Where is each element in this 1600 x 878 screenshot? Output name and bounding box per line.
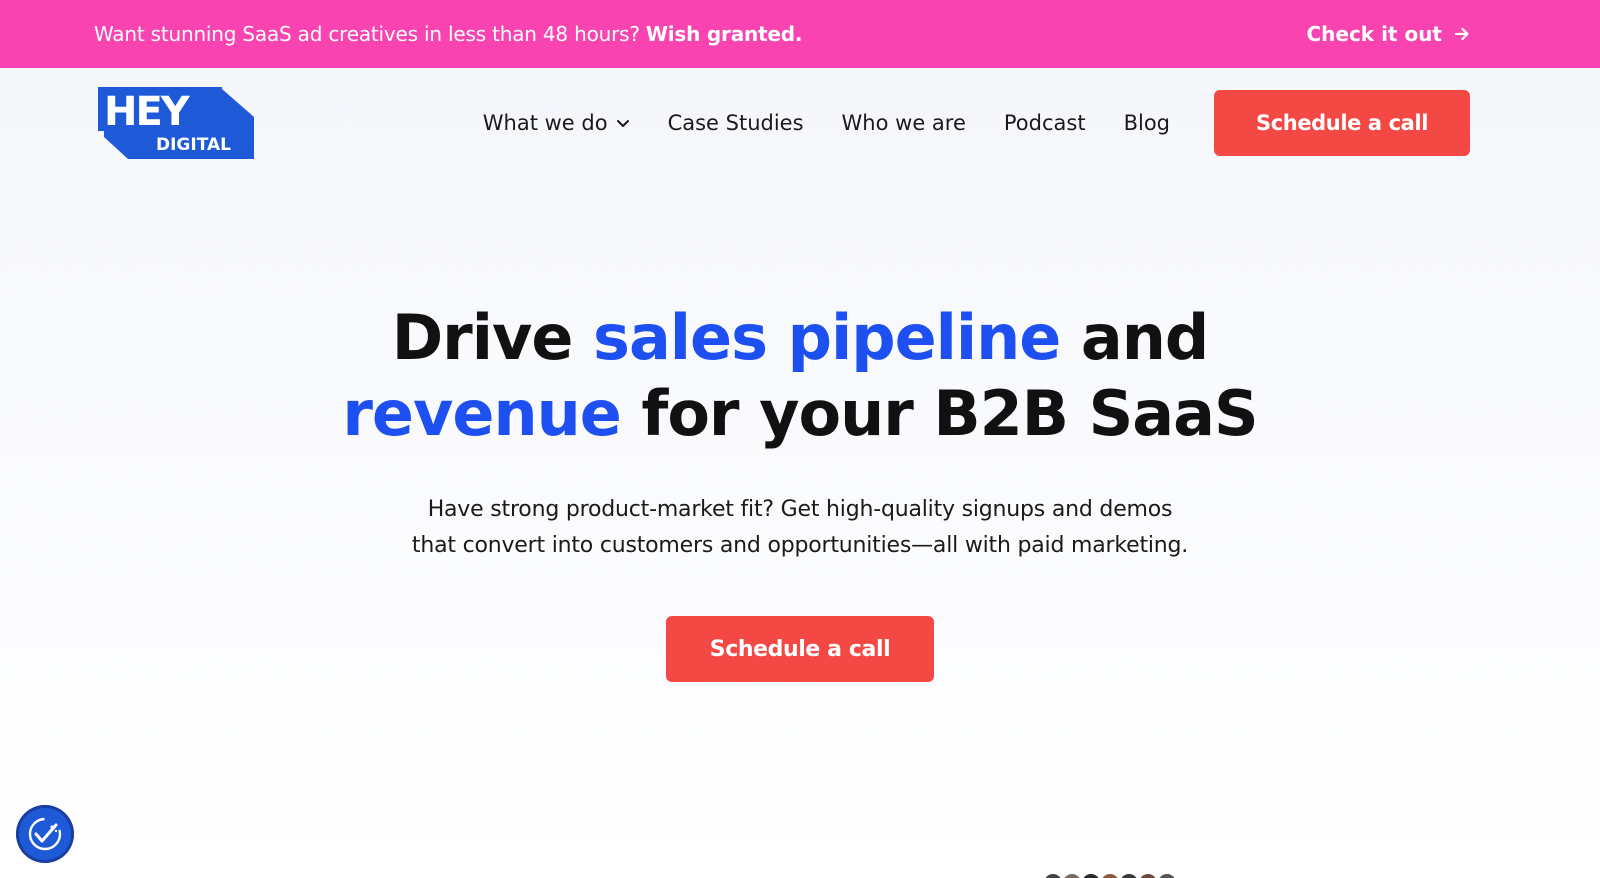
hero-subtitle-line: that convert into customers and opportun… — [411, 533, 1189, 558]
hero-title-text: and — [1060, 301, 1209, 374]
nav-item-who-we-are[interactable]: Who we are — [842, 111, 966, 135]
svg-text:HEY: HEY — [104, 89, 191, 135]
hero-subtitle: Have strong product-market fit? Get high… — [370, 492, 1230, 564]
nav-label: What we do — [482, 111, 608, 135]
hero-title-text: Drive — [391, 301, 594, 374]
nav-label: Podcast — [1003, 111, 1086, 135]
main-nav: What we do Case Studies Who we are Podca… — [483, 111, 1170, 135]
hero-schedule-call-button[interactable]: Schedule a call — [666, 616, 934, 682]
nav-item-blog[interactable]: Blog — [1124, 111, 1170, 135]
arrow-right-icon — [1454, 27, 1469, 41]
promo-text: Want stunning SaaS ad creatives in less … — [94, 22, 802, 46]
chevron-down-icon — [616, 120, 629, 127]
avatar — [1156, 872, 1178, 878]
avatar — [1137, 872, 1159, 878]
promo-message: Want stunning SaaS ad creatives in less … — [94, 22, 640, 46]
hero-title: Drive sales pipeline and revenue for you… — [0, 300, 1600, 452]
logo-mark: HEY DIGITAL — [98, 87, 254, 159]
hero-subtitle-line: Have strong product-market fit? Get high… — [427, 497, 1173, 522]
accessibility-icon — [28, 817, 62, 851]
check-it-out-link[interactable]: Check it out — [1306, 22, 1470, 46]
avatar-group — [1042, 872, 1178, 878]
svg-text:DIGITAL: DIGITAL — [156, 135, 231, 155]
avatar — [1080, 872, 1102, 878]
hey-digital-logo[interactable]: HEY DIGITAL — [98, 87, 256, 159]
check-it-out-label: Check it out — [1306, 22, 1442, 46]
accessibility-widget-button[interactable] — [16, 805, 74, 863]
nav-label: Case Studies — [667, 111, 804, 135]
avatar — [1118, 872, 1140, 878]
promo-highlight: Wish granted. — [645, 22, 803, 46]
hero-title-accent: revenue — [342, 377, 621, 450]
site-header: HEY DIGITAL What we do Case Studies Who … — [0, 68, 1600, 178]
avatar — [1042, 872, 1064, 878]
promo-banner: Want stunning SaaS ad creatives in less … — [0, 0, 1600, 68]
nav-label: Who we are — [841, 111, 966, 135]
header-schedule-call-button[interactable]: Schedule a call — [1214, 90, 1470, 156]
nav-item-case-studies[interactable]: Case Studies — [668, 111, 804, 135]
nav-item-podcast[interactable]: Podcast — [1004, 111, 1086, 135]
nav-label: Blog — [1123, 111, 1170, 135]
nav-item-what-we-do[interactable]: What we do — [483, 111, 630, 135]
hero-title-text: for your B2B SaaS — [620, 377, 1258, 450]
avatar — [1061, 872, 1083, 878]
hero-title-accent: sales pipeline — [593, 301, 1061, 374]
hero-section: Drive sales pipeline and revenue for you… — [0, 300, 1600, 682]
avatar — [1099, 872, 1121, 878]
